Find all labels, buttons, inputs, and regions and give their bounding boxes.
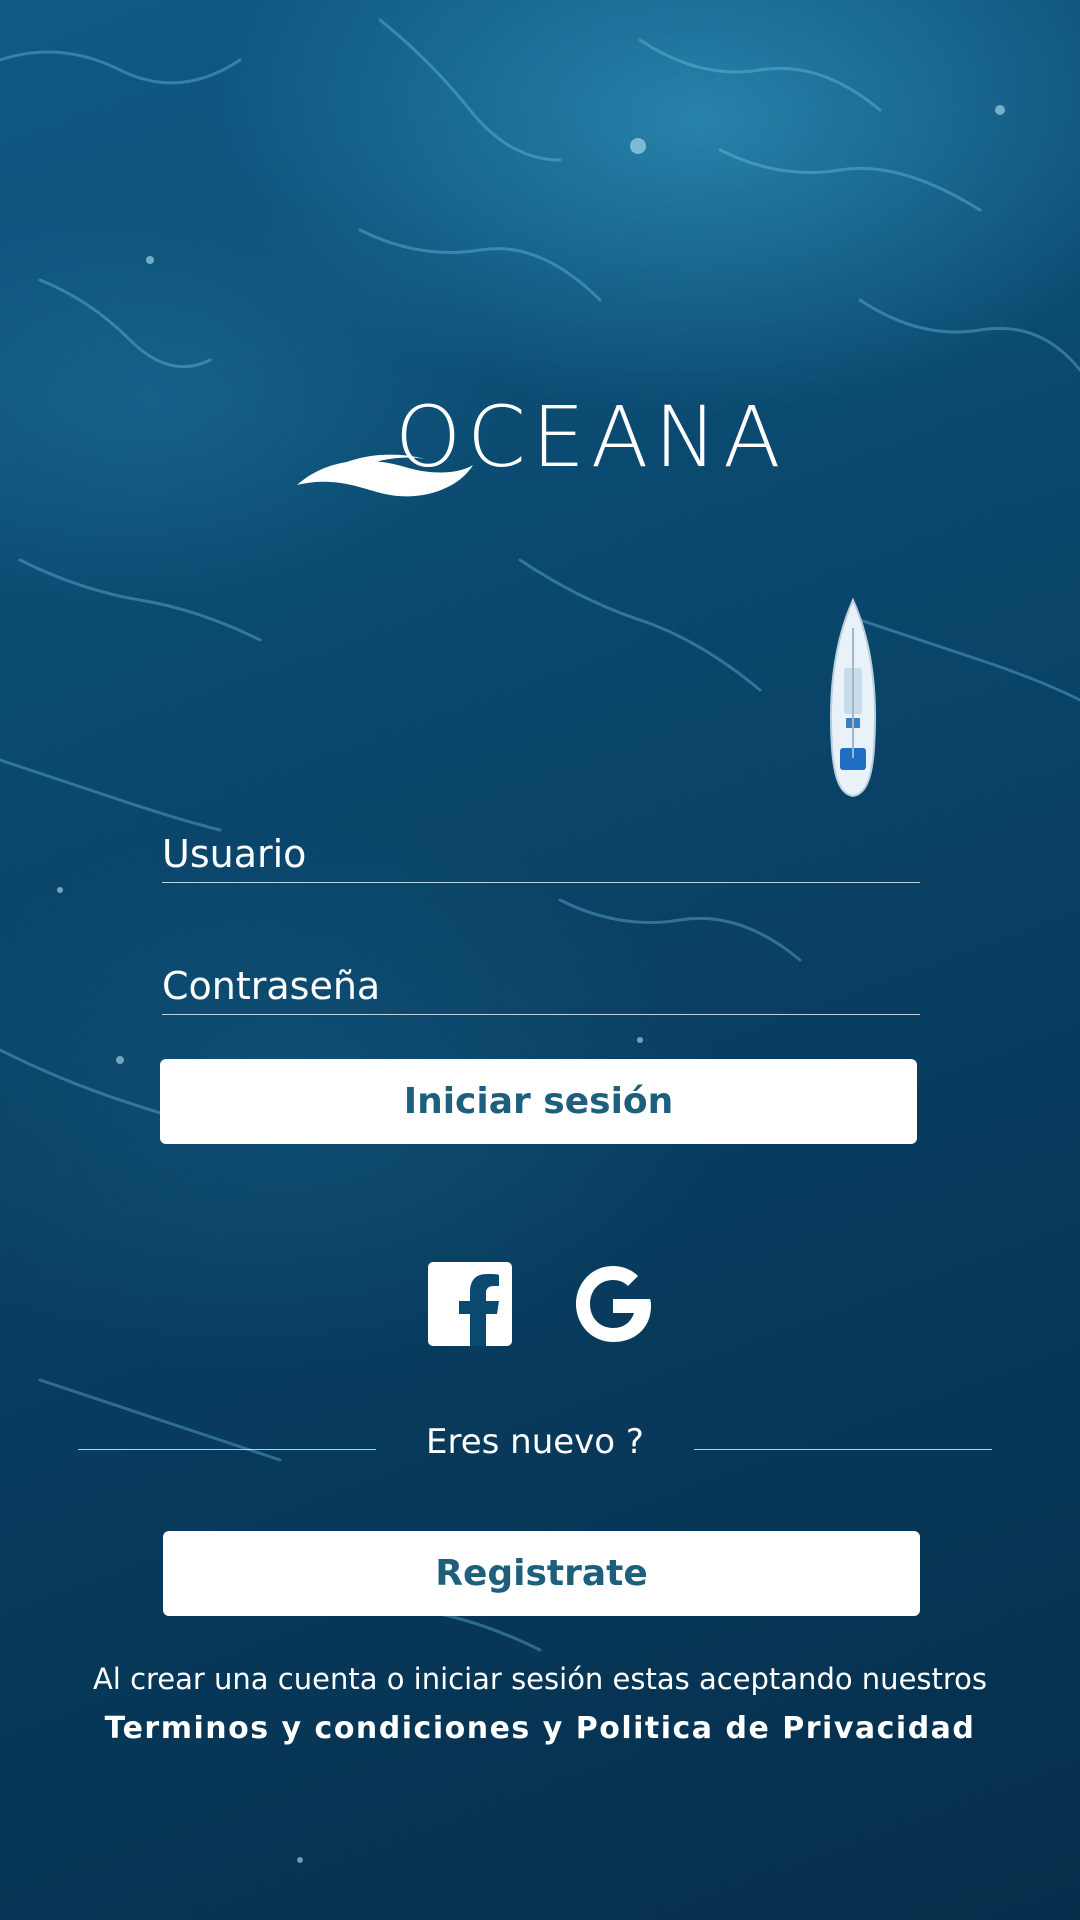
oceana-logo: OCEANA	[295, 395, 795, 505]
terms-notice: Al crear una cuenta o iniciar sesión est…	[92, 1662, 988, 1696]
password-field[interactable]: Contraseña	[162, 958, 920, 1015]
new-user-text: Eres nuevo ?	[426, 1422, 644, 1462]
brand-name: OCEANA	[395, 388, 787, 486]
divider-left	[78, 1449, 376, 1450]
password-placeholder: Contraseña	[162, 964, 381, 1008]
divider-right	[694, 1449, 992, 1450]
terms-link[interactable]: Terminos y condiciones y Politica de Pri…	[40, 1711, 1040, 1746]
facebook-icon[interactable]	[428, 1262, 512, 1346]
login-button[interactable]: Iniciar sesión	[160, 1059, 917, 1144]
username-field[interactable]: Usuario	[162, 826, 920, 883]
username-placeholder: Usuario	[162, 832, 307, 876]
register-button[interactable]: Registrate	[163, 1531, 920, 1616]
sailboat-image	[829, 598, 877, 798]
google-icon[interactable]	[572, 1262, 654, 1346]
